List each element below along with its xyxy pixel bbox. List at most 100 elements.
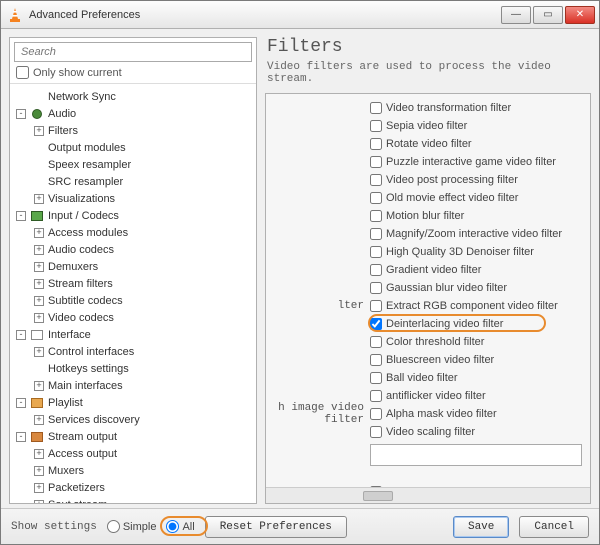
expand-icon[interactable]: +: [34, 483, 44, 493]
filter-checkbox-label[interactable]: Alpha mask video filter: [370, 408, 497, 420]
filter-checkbox-label[interactable]: High Quality 3D Denoiser filter: [370, 246, 534, 258]
tree-node[interactable]: Network Sync: [10, 88, 256, 105]
filter-checkbox-label[interactable]: Extract RGB component video filter: [370, 300, 558, 312]
filter-checkbox-label[interactable]: Video transformation filter: [370, 102, 511, 114]
tree-node[interactable]: +Stream filters: [10, 275, 256, 292]
tree-node[interactable]: Output modules: [10, 139, 256, 156]
expand-icon[interactable]: +: [34, 313, 44, 323]
filter-checkbox-label[interactable]: antiflicker video filter: [370, 390, 486, 402]
expand-icon[interactable]: +: [34, 126, 44, 136]
tree-node[interactable]: SRC resampler: [10, 173, 256, 190]
close-button[interactable]: ✕: [565, 6, 595, 24]
tree-node[interactable]: -Stream output: [10, 428, 256, 445]
filter-checkbox-label[interactable]: Ball video filter: [370, 372, 458, 384]
minimize-button[interactable]: —: [501, 6, 531, 24]
only-show-current-checkbox[interactable]: [16, 66, 29, 79]
tree-node[interactable]: +Filters: [10, 122, 256, 139]
radio-all-input[interactable]: [166, 520, 179, 533]
expand-icon[interactable]: +: [34, 194, 44, 204]
filter-checkbox[interactable]: [370, 408, 382, 420]
filter-checkbox[interactable]: [370, 156, 382, 168]
radio-simple-input[interactable]: [107, 520, 120, 533]
expand-icon[interactable]: +: [34, 245, 44, 255]
filter-checkbox-label[interactable]: Deinterlacing video filter: [370, 318, 503, 330]
tree-node[interactable]: +Visualizations: [10, 190, 256, 207]
expand-icon[interactable]: +: [34, 500, 44, 504]
tree-node[interactable]: -Interface: [10, 326, 256, 343]
tree-node[interactable]: +Video codecs: [10, 309, 256, 326]
filter-checkbox-label[interactable]: Magnify/Zoom interactive video filter: [370, 228, 562, 240]
maximize-button[interactable]: ▭: [533, 6, 563, 24]
filter-checkbox[interactable]: [370, 300, 382, 312]
tree-node[interactable]: +Demuxers: [10, 258, 256, 275]
tree-node[interactable]: -Playlist: [10, 394, 256, 411]
filter-checkbox[interactable]: [370, 282, 382, 294]
tree-node[interactable]: +Sout stream: [10, 496, 256, 503]
expand-icon[interactable]: +: [34, 228, 44, 238]
filter-checkbox[interactable]: [370, 426, 382, 438]
only-show-current[interactable]: Only show current: [16, 66, 250, 79]
filter-checkbox[interactable]: [370, 246, 382, 258]
expand-icon[interactable]: +: [34, 415, 44, 425]
filter-checkbox[interactable]: [370, 210, 382, 222]
expand-icon[interactable]: +: [34, 279, 44, 289]
filter-text-input[interactable]: [370, 444, 582, 466]
reset-preferences-button[interactable]: Reset Preferences: [205, 516, 347, 538]
filter-checkbox[interactable]: [370, 120, 382, 132]
horizontal-scrollbar[interactable]: [266, 487, 590, 503]
tree-node[interactable]: +Subtitle codecs: [10, 292, 256, 309]
filter-checkbox-label[interactable]: Gaussian blur video filter: [370, 282, 507, 294]
filter-checkbox-label[interactable]: Gradient video filter: [370, 264, 481, 276]
filter-checkbox[interactable]: [370, 318, 382, 330]
category-tree[interactable]: Network Sync-Audio+FiltersOutput modules…: [10, 84, 256, 503]
tree-node[interactable]: -Audio: [10, 105, 256, 122]
collapse-icon[interactable]: -: [16, 330, 26, 340]
filter-checkbox[interactable]: [370, 390, 382, 402]
filter-checkbox-label[interactable]: Video scaling filter: [370, 426, 475, 438]
tree-node[interactable]: Hotkeys settings: [10, 360, 256, 377]
filter-checkbox[interactable]: [370, 264, 382, 276]
filter-checkbox[interactable]: [370, 174, 382, 186]
collapse-icon[interactable]: -: [16, 109, 26, 119]
tree-node[interactable]: +Access modules: [10, 224, 256, 241]
filter-checkbox-label[interactable]: Color threshold filter: [370, 336, 484, 348]
filter-checkbox-label[interactable]: Old movie effect video filter: [370, 192, 518, 204]
filter-checkbox[interactable]: [370, 336, 382, 348]
radio-simple[interactable]: Simple: [107, 520, 157, 533]
filter-checkbox[interactable]: [370, 372, 382, 384]
expand-icon[interactable]: +: [34, 296, 44, 306]
tree-node[interactable]: +Audio codecs: [10, 241, 256, 258]
filter-checkbox[interactable]: [370, 228, 382, 240]
filter-checkbox-label[interactable]: Bluescreen video filter: [370, 354, 494, 366]
cancel-button[interactable]: Cancel: [519, 516, 589, 538]
filter-checkbox-label[interactable]: Rotate video filter: [370, 138, 472, 150]
tree-node[interactable]: Speex resampler: [10, 156, 256, 173]
filter-checkbox-label[interactable]: Puzzle interactive game video filter: [370, 156, 556, 168]
tree-node[interactable]: +Services discovery: [10, 411, 256, 428]
collapse-icon[interactable]: -: [16, 398, 26, 408]
filter-checkbox[interactable]: [370, 138, 382, 150]
filter-checkbox[interactable]: [370, 102, 382, 114]
expand-icon[interactable]: +: [34, 449, 44, 459]
tree-node[interactable]: +Control interfaces: [10, 343, 256, 360]
save-button[interactable]: Save: [453, 516, 509, 538]
expand-icon[interactable]: +: [34, 381, 44, 391]
titlebar[interactable]: Advanced Preferences — ▭ ✕: [1, 1, 599, 29]
filter-checkbox-label[interactable]: Sepia video filter: [370, 120, 467, 132]
filter-checkbox[interactable]: [370, 192, 382, 204]
expand-icon[interactable]: +: [34, 466, 44, 476]
tree-node[interactable]: +Packetizers: [10, 479, 256, 496]
expand-icon[interactable]: +: [34, 347, 44, 357]
tree-node[interactable]: +Muxers: [10, 462, 256, 479]
filter-checkbox-label[interactable]: Video post processing filter: [370, 174, 518, 186]
radio-all[interactable]: All: [166, 520, 194, 533]
search-input[interactable]: [14, 42, 252, 62]
tree-node[interactable]: +Access output: [10, 445, 256, 462]
tree-node[interactable]: +Main interfaces: [10, 377, 256, 394]
filter-checkbox-label[interactable]: Motion blur filter: [370, 210, 464, 222]
collapse-icon[interactable]: -: [16, 211, 26, 221]
filter-checkbox[interactable]: [370, 354, 382, 366]
expand-icon[interactable]: +: [34, 262, 44, 272]
tree-node[interactable]: -Input / Codecs: [10, 207, 256, 224]
collapse-icon[interactable]: -: [16, 432, 26, 442]
